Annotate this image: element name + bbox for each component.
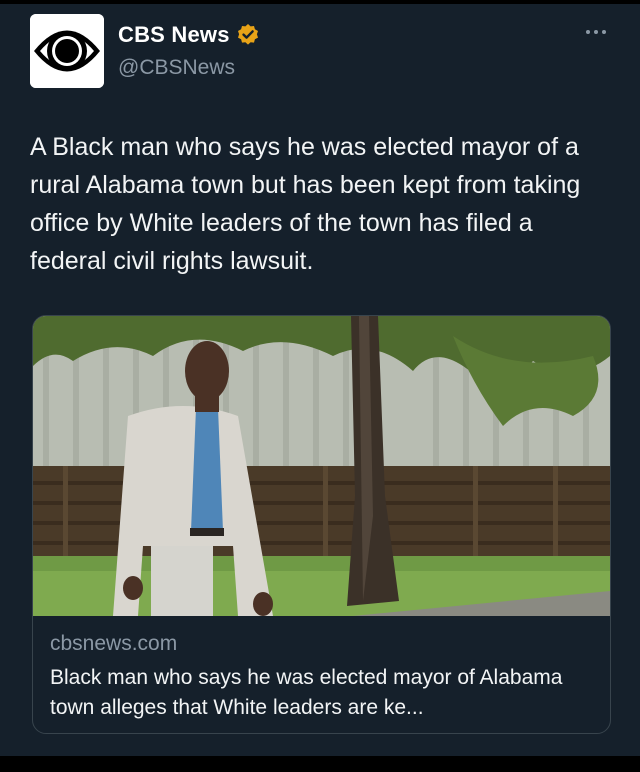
display-name[interactable]: CBS News [118,22,230,48]
more-options-icon[interactable] [584,26,608,38]
card-domain: cbsnews.com [50,632,178,655]
top-edge-bar [0,0,640,4]
avatar[interactable] [30,14,104,88]
card-photo [33,316,610,616]
author-name-row: CBS News [118,22,260,48]
card-title: Black man who says he was elected mayor … [50,666,563,719]
cbs-eye-logo-icon [30,14,104,88]
card-image[interactable] [33,316,610,616]
author-handle[interactable]: @CBSNews [118,56,235,80]
link-preview-card[interactable]: cbsnews.com Black man who says he was el… [32,315,611,734]
verified-badge-icon [237,24,258,45]
bottom-edge-bar [0,756,640,772]
tweet-text: A Black man who says he was elected mayo… [30,133,581,275]
